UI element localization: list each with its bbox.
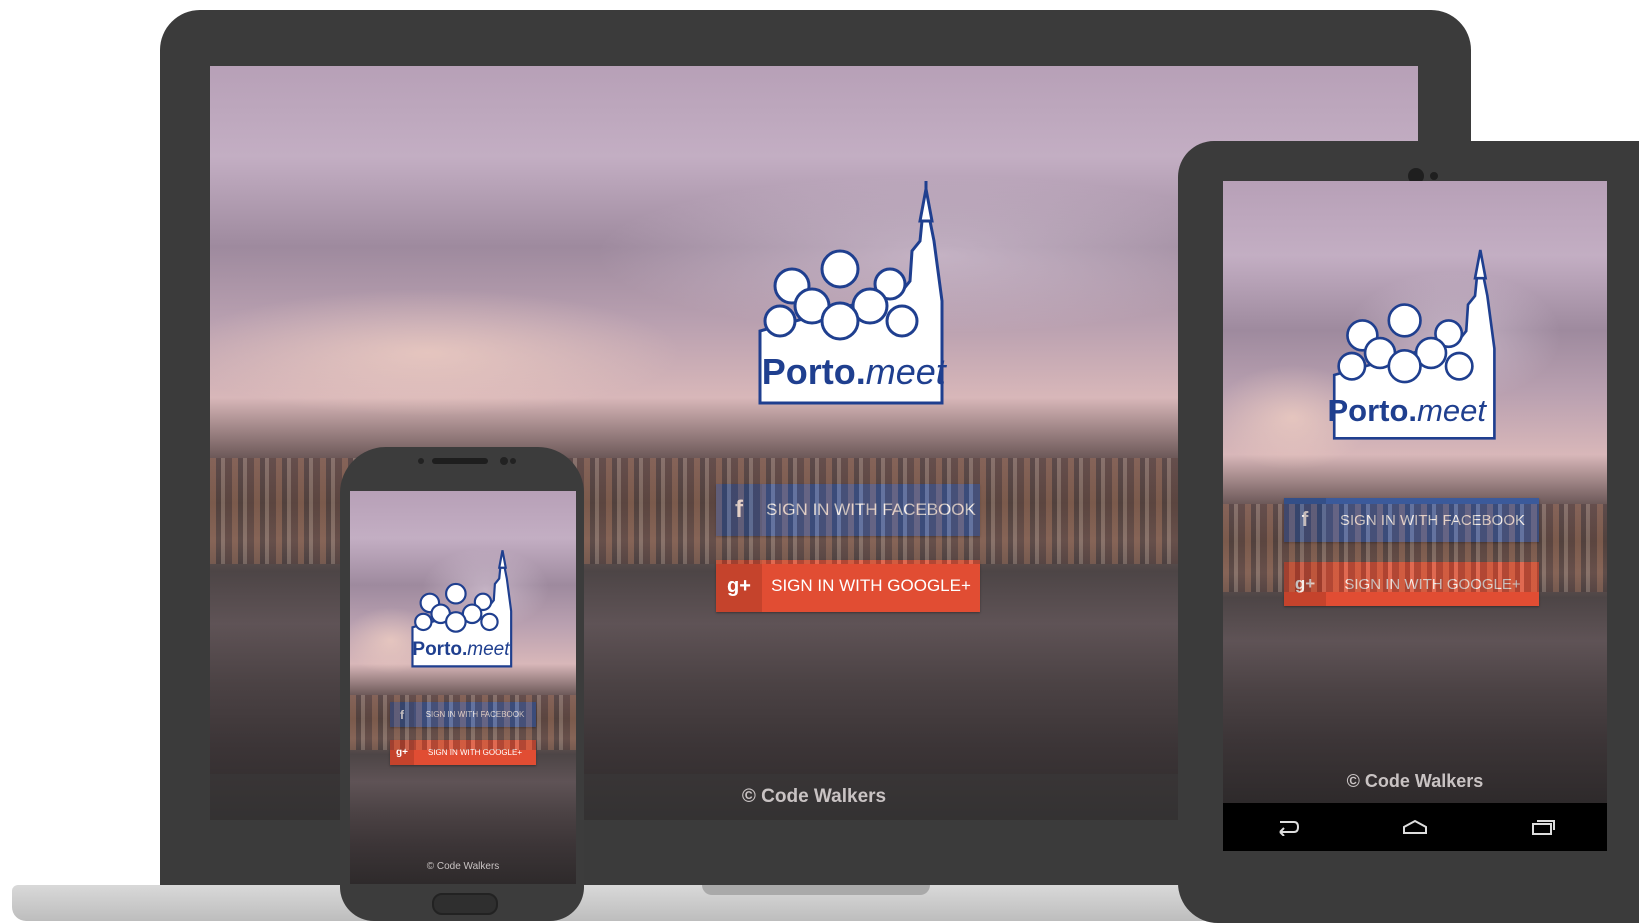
google-signin-label: SIGN IN WITH GOOGLE+ [771, 576, 971, 595]
logo-wordmark-main: Porto. [761, 350, 866, 392]
phone-home-button[interactable] [432, 893, 498, 915]
facebook-signin-button[interactable]: f SIGN IN WITH FACEBOOK [716, 484, 980, 536]
phone-facebook-icon: f [390, 702, 414, 727]
phone-sensor [418, 458, 424, 464]
tablet-google-signin-button[interactable]: g+ SIGN IN WITH GOOGLE+ [1284, 562, 1539, 606]
phone-sensor-2 [510, 458, 516, 464]
google-signin-button[interactable]: g+ SIGN IN WITH GOOGLE+ [716, 560, 980, 612]
tablet-sensor [1430, 172, 1438, 180]
laptop-base [12, 885, 1312, 921]
phone-logo-wordmark-main: Porto. [412, 638, 468, 660]
home-button[interactable] [1395, 812, 1435, 842]
tablet-logo-wordmark-main: Porto. [1327, 393, 1418, 429]
home-icon [1403, 819, 1427, 834]
phone-google-signin-label: SIGN IN WITH GOOGLE+ [427, 748, 522, 757]
back-icon [1279, 821, 1300, 836]
phone-screen: Porto.meet f SIGN IN WITH FACEBOOK g+ SI… [350, 491, 576, 884]
tablet-google-plus-icon: g+ [1284, 562, 1326, 606]
logo-wordmark: Porto.meet [762, 351, 946, 393]
google-plus-icon: g+ [716, 560, 762, 612]
tablet-google-signin-label: SIGN IN WITH GOOGLE+ [1344, 575, 1521, 593]
phone-logo-wordmark-italic: meet [467, 638, 510, 660]
phone-google-signin-button[interactable]: g+ SIGN IN WITH GOOGLE+ [390, 740, 536, 765]
phone-logo-wordmark: Porto.meet [412, 639, 509, 661]
phone-speaker [432, 458, 488, 464]
phone-camera-icon [500, 457, 508, 465]
phone-facebook-signin-button[interactable]: f SIGN IN WITH FACEBOOK [390, 702, 536, 727]
phone-facebook-signin-label: SIGN IN WITH FACEBOOK [425, 710, 525, 719]
tablet-facebook-signin-label: SIGN IN WITH FACEBOOK [1339, 511, 1526, 529]
recents-button[interactable] [1523, 812, 1563, 842]
facebook-signin-label: SIGN IN WITH FACEBOOK [766, 500, 976, 519]
back-button[interactable] [1267, 812, 1307, 842]
tablet-logo-wordmark-italic: meet [1417, 393, 1486, 429]
phone-copyright-text: © Code Walkers [426, 861, 500, 872]
recents-icon [1532, 820, 1555, 835]
tablet-app-logo: Porto.meet [1318, 243, 1508, 441]
phone-google-plus-icon: g+ [390, 740, 414, 765]
logo-wordmark-italic: meet [865, 350, 946, 392]
tablet-facebook-signin-button[interactable]: f SIGN IN WITH FACEBOOK [1284, 498, 1539, 542]
phone-app-logo: Porto.meet [407, 546, 515, 668]
android-navigation-bar [1223, 803, 1607, 851]
laptop-notch [702, 885, 930, 895]
tablet-copyright-text: © Code Walkers [1346, 771, 1484, 791]
tablet-facebook-icon: f [1284, 498, 1326, 542]
tablet-logo-wordmark: Porto.meet [1328, 393, 1486, 429]
app-logo: Porto.meet [752, 181, 947, 406]
facebook-icon: f [716, 484, 762, 536]
tablet-screen: Porto.meet f SIGN IN WITH FACEBOOK g+ SI… [1223, 181, 1607, 803]
